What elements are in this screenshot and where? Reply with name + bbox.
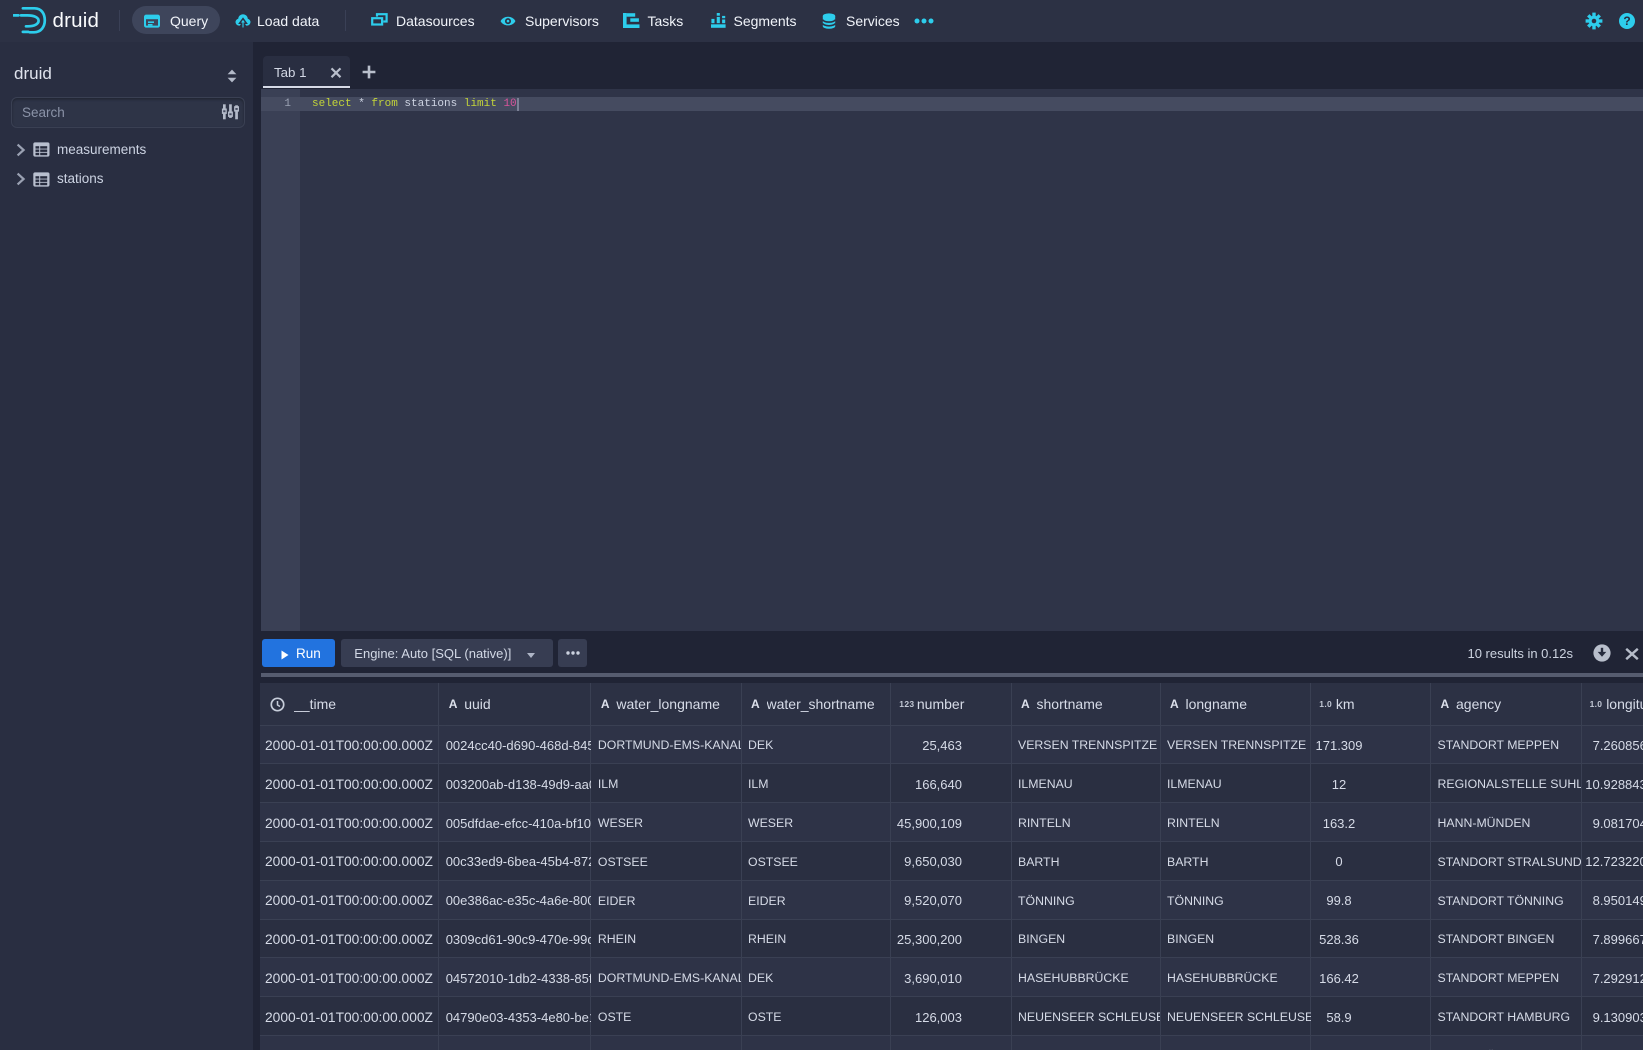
svg-text:?: ? — [1623, 14, 1630, 28]
